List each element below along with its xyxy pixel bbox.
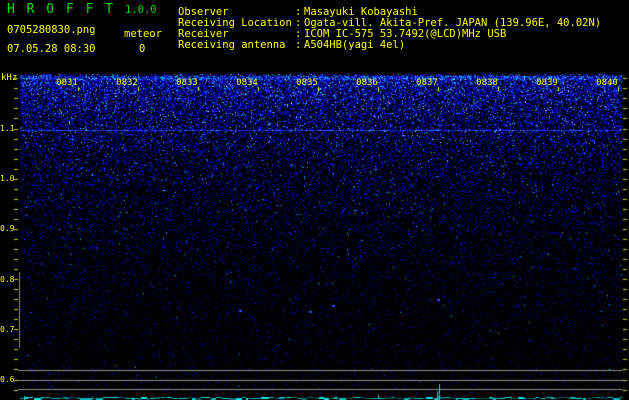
- x-tick-label: 0836: [355, 78, 379, 88]
- meteor-count-label: meteor: [124, 28, 162, 40]
- info-separator: :: [295, 40, 304, 51]
- hrofft-screen: H R O F F T 1.0.0 0705280830.png meteor …: [0, 0, 629, 400]
- info-label: Receiving antenna: [178, 40, 295, 51]
- y-tick-label: 0.6: [0, 375, 14, 384]
- observation-datetime: 07.05.28 08:30: [7, 43, 96, 55]
- info-value: A504HB(yagi 4el): [304, 39, 405, 51]
- y-tick-label: 0.8: [0, 275, 14, 284]
- x-tick-label: 0838: [475, 78, 499, 88]
- app-title: H R O F F T: [7, 2, 115, 17]
- x-tick-label: 0832: [115, 78, 139, 88]
- y-axis-unit-label: kHz: [1, 73, 17, 83]
- app-version: 1.0.0: [125, 4, 157, 16]
- x-tick-label: 0837: [415, 78, 439, 88]
- x-tick-label: 0840: [595, 78, 619, 88]
- y-tick-label: 0.9: [0, 224, 14, 233]
- x-tick-label: 0831: [55, 78, 79, 88]
- output-filename: 0705280830.png: [7, 24, 96, 36]
- x-tick-label: 0833: [175, 78, 199, 88]
- meteor-count-value: 0: [139, 43, 145, 55]
- x-tick-label: 0839: [535, 78, 559, 88]
- y-tick-label: 1.0: [0, 174, 14, 183]
- spectrogram-canvas: [0, 0, 629, 400]
- y-tick-label: 0.7: [0, 325, 14, 334]
- y-tick-label: 1.1: [0, 124, 14, 133]
- info-row-antenna: Receiving antenna:A504HB(yagi 4el): [178, 40, 601, 51]
- x-tick-label: 0835: [295, 78, 319, 88]
- station-info: Observer:Masayuki Kobayashi Receiving Lo…: [178, 7, 601, 51]
- x-tick-label: 0834: [235, 78, 259, 88]
